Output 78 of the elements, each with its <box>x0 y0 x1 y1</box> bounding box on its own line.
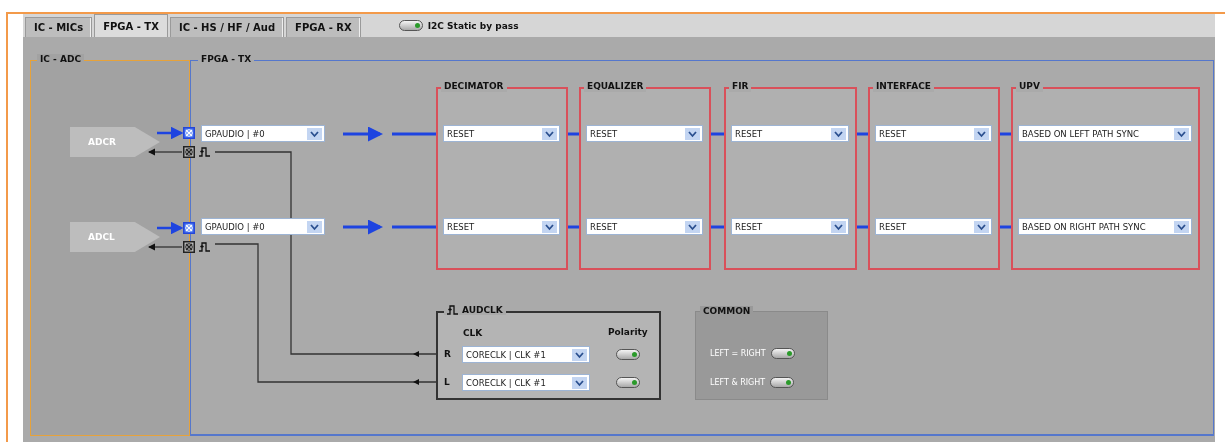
signal-line <box>392 225 436 229</box>
dropdown[interactable]: RESET <box>443 218 560 235</box>
signal-line <box>857 132 868 136</box>
dropdown[interactable]: CORECLK | CLK #1 <box>462 346 590 363</box>
chevron-down-icon[interactable] <box>307 220 322 233</box>
column-header: CLK <box>463 328 483 338</box>
tab[interactable]: IC - MICs <box>25 17 93 37</box>
dropdown[interactable]: RESET <box>875 218 992 235</box>
chevron-down-icon[interactable] <box>307 127 322 140</box>
signal-arrow <box>157 221 184 235</box>
signal-line <box>711 132 724 136</box>
signal-arrow <box>343 219 383 235</box>
chevron-down-icon[interactable] <box>974 220 989 233</box>
chevron-down-icon[interactable] <box>831 127 846 140</box>
dropdown[interactable]: RESET <box>443 125 560 142</box>
stage-title: UPV <box>1016 81 1043 92</box>
tab[interactable]: IC - HS / HF / Aud <box>169 17 285 37</box>
toggle-label: LEFT = RIGHT <box>710 349 766 358</box>
group-title: FPGA - TX <box>198 54 255 65</box>
common-title: COMMON <box>700 306 754 317</box>
chevron-down-icon[interactable] <box>974 127 989 140</box>
port-icon <box>183 222 195 234</box>
tab[interactable]: FPGA - TX <box>94 14 168 37</box>
toggle-switch[interactable] <box>398 20 423 31</box>
chevron-down-icon[interactable] <box>572 348 587 361</box>
signal-arrow <box>343 126 383 142</box>
group-title: IC - ADC <box>37 54 84 65</box>
signal-line <box>1000 225 1011 229</box>
tab[interactable]: FPGA - RX <box>286 17 361 37</box>
dropdown[interactable]: CORECLK | CLK #1 <box>462 374 590 391</box>
stage-title: DECIMATOR <box>441 81 507 92</box>
stage-title: EQUALIZER <box>584 81 647 92</box>
toggle-switch[interactable] <box>770 348 795 359</box>
dropdown[interactable]: GPAUDIO | #0 <box>201 218 325 235</box>
signal-line <box>392 132 436 136</box>
toggle-switch[interactable] <box>616 349 640 360</box>
port-icon <box>183 241 195 253</box>
chevron-down-icon[interactable] <box>572 376 587 389</box>
dropdown[interactable]: GPAUDIO | #0 <box>201 125 325 142</box>
dropdown[interactable]: RESET <box>586 125 703 142</box>
chevron-down-icon[interactable] <box>542 127 557 140</box>
stage-title: FIR <box>729 81 752 92</box>
toggle-switch[interactable] <box>770 377 795 388</box>
chevron-down-icon[interactable] <box>1174 127 1189 140</box>
chevron-down-icon[interactable] <box>685 220 700 233</box>
signal-line <box>568 132 579 136</box>
signal-line <box>711 225 724 229</box>
chevron-down-icon[interactable] <box>831 220 846 233</box>
dropdown[interactable]: RESET <box>586 218 703 235</box>
signal-line <box>857 225 868 229</box>
signal-arrow <box>157 126 184 140</box>
arrowhead-icon <box>413 351 419 357</box>
pulse-icon <box>447 305 459 315</box>
dropdown[interactable]: BASED ON LEFT PATH SYNC <box>1018 125 1192 142</box>
clock-title: AUDCLK <box>462 305 503 315</box>
port-icon <box>183 146 195 158</box>
chevron-down-icon[interactable] <box>685 127 700 140</box>
dropdown[interactable]: RESET <box>731 218 849 235</box>
chevron-down-icon[interactable] <box>1174 220 1189 233</box>
dropdown[interactable]: BASED ON RIGHT PATH SYNC <box>1018 218 1192 235</box>
pulse-icon <box>199 147 211 157</box>
signal-arrow <box>147 148 183 156</box>
toggle-switch[interactable] <box>616 377 640 388</box>
port-icon <box>183 127 195 139</box>
signal-line <box>1000 132 1011 136</box>
channel-label: L <box>444 377 450 387</box>
arrowhead-icon <box>413 379 419 385</box>
dropdown[interactable]: RESET <box>875 125 992 142</box>
column-header: Polarity <box>608 327 648 337</box>
signal-arrow <box>147 243 183 251</box>
chevron-down-icon[interactable] <box>542 220 557 233</box>
stage-title: INTERFACE <box>873 81 934 92</box>
signal-line <box>568 225 579 229</box>
channel-label: R <box>444 349 451 359</box>
pulse-icon <box>199 242 211 252</box>
dropdown[interactable]: RESET <box>731 125 849 142</box>
toggle-label: LEFT & RIGHT <box>710 378 766 387</box>
toggle-label: I2C Static by pass <box>427 20 519 31</box>
